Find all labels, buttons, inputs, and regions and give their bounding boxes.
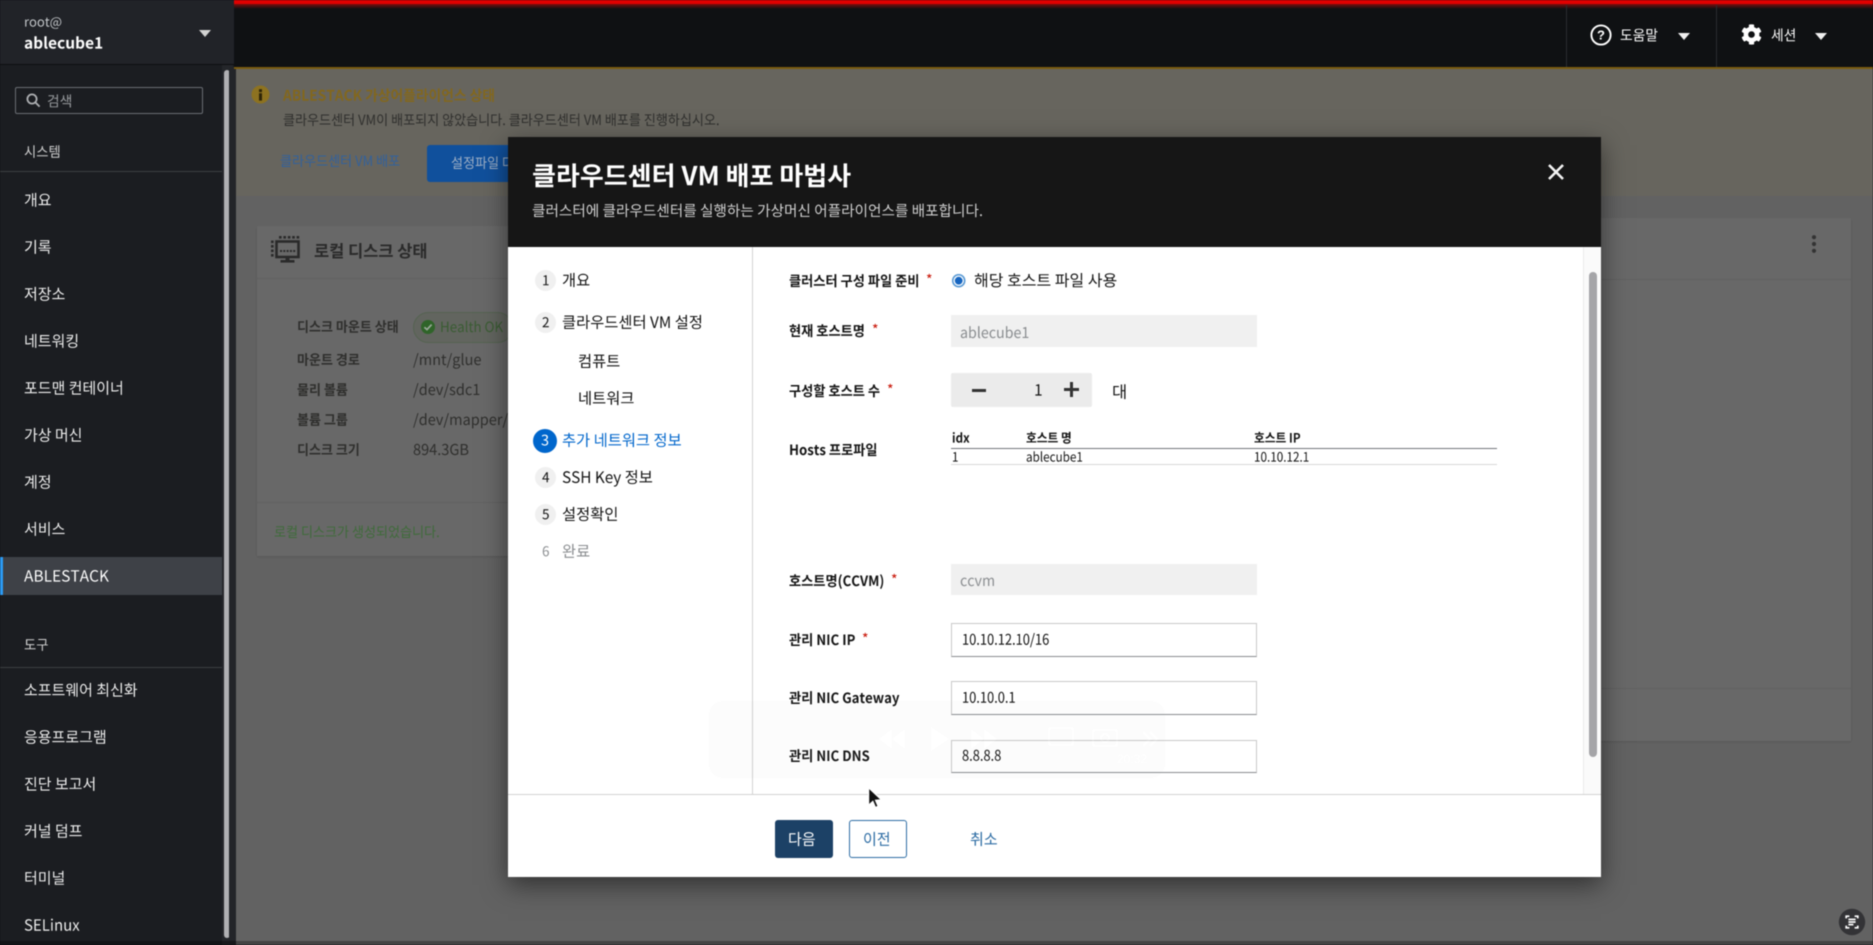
svg-text:20:32: 20:32 (1117, 752, 1147, 766)
svg-text:?: ? (1597, 28, 1605, 43)
